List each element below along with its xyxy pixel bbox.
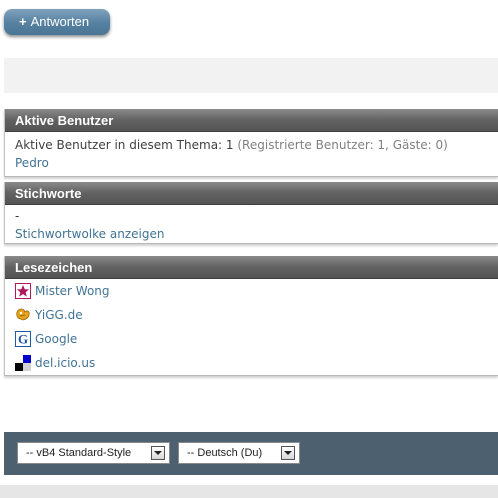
chevron-down-icon[interactable] bbox=[281, 446, 295, 460]
svg-text:G: G bbox=[18, 332, 28, 347]
footer-strip bbox=[0, 485, 498, 498]
footer-bar: -- vB4 Standard-Style -- Deutsch (Du) bbox=[4, 432, 498, 475]
reply-button[interactable]: + Antworten bbox=[4, 9, 110, 35]
bookmarks-block: Lesezeichen Mister Wong YiGG.de G Google… bbox=[4, 256, 498, 376]
style-select[interactable]: -- vB4 Standard-Style bbox=[17, 442, 170, 464]
active-users-title: Aktive Benutzer bbox=[5, 109, 498, 132]
mister-wong-icon bbox=[15, 283, 31, 299]
bookmark-item[interactable]: del.icio.us bbox=[15, 351, 488, 375]
bookmark-item[interactable]: YiGG.de bbox=[15, 303, 488, 327]
tags-block: Stichworte - Stichwortwolke anzeigen bbox=[4, 182, 498, 244]
bookmark-label[interactable]: del.icio.us bbox=[35, 351, 95, 375]
reply-button-label: Antworten bbox=[30, 14, 90, 29]
active-user-link[interactable]: Pedro bbox=[15, 156, 49, 170]
language-select-value: -- Deutsch (Du) bbox=[187, 447, 263, 459]
tag-cloud-link[interactable]: Stichwortwolke anzeigen bbox=[15, 227, 164, 241]
active-users-block: Aktive Benutzer Aktive Benutzer in diese… bbox=[4, 109, 498, 177]
language-select[interactable]: -- Deutsch (Du) bbox=[178, 442, 300, 464]
bookmarks-title: Lesezeichen bbox=[5, 256, 498, 279]
delicious-icon bbox=[15, 355, 31, 371]
active-users-detail: (Registrierte Benutzer: 1, Gäste: 0) bbox=[237, 138, 448, 152]
active-users-count: Aktive Benutzer in diesem Thema: 1 bbox=[15, 138, 234, 152]
google-icon: G bbox=[15, 331, 31, 347]
bookmark-label[interactable]: Google bbox=[35, 327, 77, 351]
chevron-down-icon[interactable] bbox=[151, 446, 165, 460]
plus-icon: + bbox=[19, 14, 27, 29]
tags-value: - bbox=[15, 209, 20, 223]
style-select-value: -- vB4 Standard-Style bbox=[26, 447, 132, 459]
tags-title: Stichworte bbox=[5, 182, 498, 205]
thread-nav-strip bbox=[4, 58, 498, 93]
yigg-icon bbox=[15, 307, 31, 323]
bookmark-item[interactable]: G Google bbox=[15, 327, 488, 351]
bookmark-label[interactable]: Mister Wong bbox=[35, 279, 110, 303]
active-users-summary: Aktive Benutzer in diesem Thema: 1 (Regi… bbox=[15, 136, 488, 154]
bookmark-item[interactable]: Mister Wong bbox=[15, 279, 488, 303]
bookmark-label[interactable]: YiGG.de bbox=[35, 303, 83, 327]
